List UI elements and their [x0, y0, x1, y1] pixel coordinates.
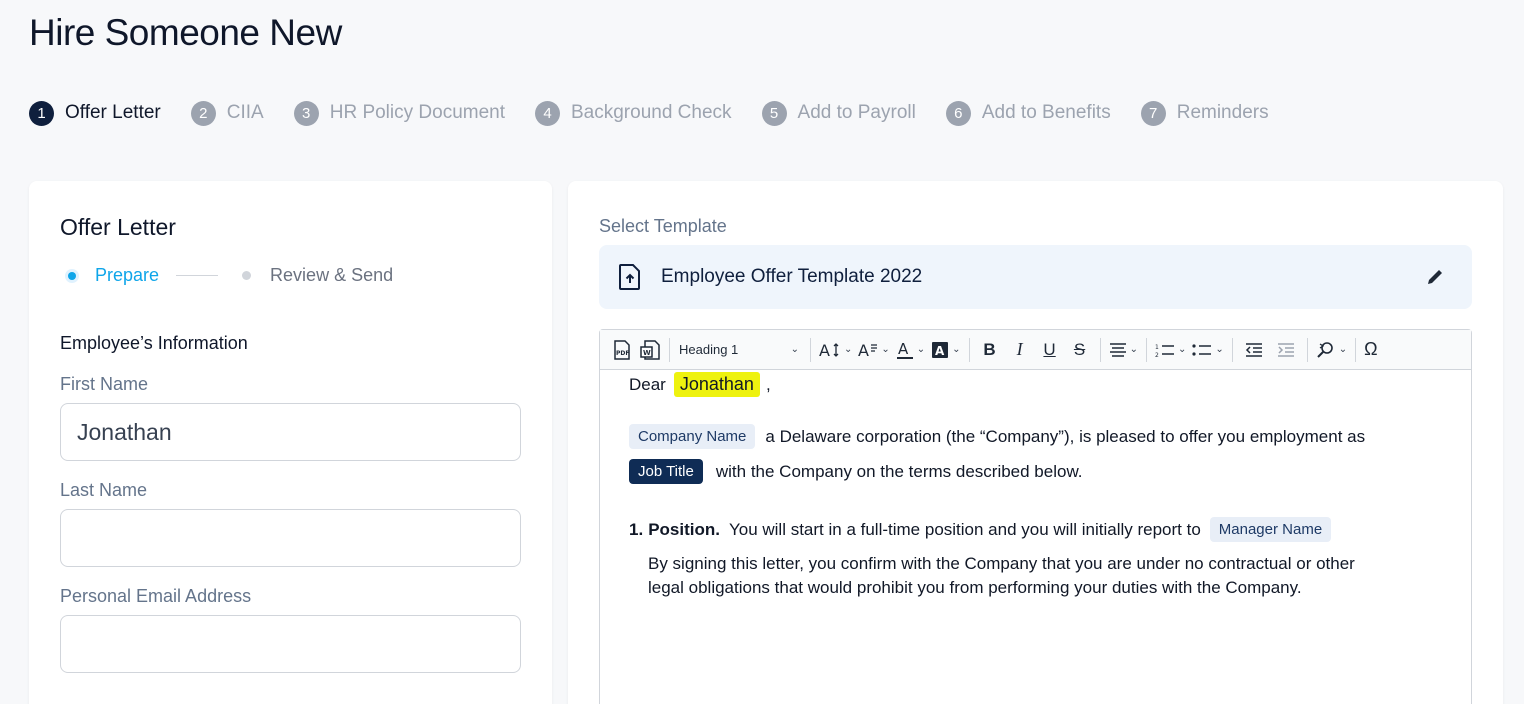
step-add-to-payroll[interactable]: 5 Add to Payroll: [761, 100, 916, 126]
find-replace-icon[interactable]: ⌄: [1313, 336, 1350, 364]
intro-line-1: Company Name a Delaware corporation (the…: [629, 424, 1365, 449]
rich-text-editor[interactable]: PDF W Heading 1 ⌄ A ⌄ A ⌄ A ⌄ A ⌄ B I U …: [599, 329, 1472, 704]
step-label: Add to Payroll: [797, 102, 916, 123]
paragraph-line-1: By signing this letter, you confirm with…: [648, 554, 1355, 573]
first-name-label: First Name: [60, 374, 149, 394]
template-editor-card: Select Template Employee Offer Template …: [568, 181, 1503, 704]
special-character-icon[interactable]: Ω: [1361, 336, 1380, 364]
template-selector[interactable]: Employee Offer Template 2022: [599, 245, 1472, 309]
step-number: 7: [1140, 100, 1166, 126]
section-heading: Employee’s Information: [60, 333, 248, 353]
card-title: Offer Letter: [60, 214, 176, 240]
toolbar-divider: [1099, 337, 1101, 362]
wizard-stepper: 1 Offer Letter 2 CIIA 3 HR Policy Docume…: [29, 100, 1299, 126]
page-title: Hire Someone New: [29, 12, 342, 53]
underline-icon[interactable]: U: [1035, 336, 1065, 364]
intro-line-2: Job Title with the Company on the terms …: [629, 459, 1083, 484]
file-upload-icon: [619, 264, 640, 290]
personal-email-label: Personal Email Address: [60, 586, 252, 606]
substep-prepare[interactable]: Prepare: [95, 265, 159, 286]
job-title-token[interactable]: Job Title: [629, 459, 703, 484]
first-name-input[interactable]: [60, 403, 521, 461]
heading-dropdown[interactable]: Heading 1 ⌄: [675, 336, 805, 364]
step-background-check[interactable]: 4 Background Check: [535, 100, 732, 126]
svg-text:PDF: PDF: [616, 350, 629, 357]
step-reminders[interactable]: 7 Reminders: [1140, 100, 1269, 126]
position-line: 1. Position. You will start in a full-ti…: [629, 517, 1332, 542]
font-size-icon[interactable]: A ⌄: [816, 336, 855, 364]
template-name: Employee Offer Template 2022: [661, 266, 923, 287]
company-name-token[interactable]: Company Name: [629, 424, 756, 449]
heading-value: Heading 1: [679, 342, 739, 357]
numbered-list-icon[interactable]: 12 ⌄: [1152, 336, 1189, 364]
step-number: 4: [535, 100, 560, 126]
step-number: 1: [29, 100, 54, 126]
align-icon[interactable]: ⌄: [1106, 336, 1141, 364]
last-name-label: Last Name: [60, 480, 148, 500]
manager-name-token[interactable]: Manager Name: [1209, 517, 1332, 542]
highlight-color-icon[interactable]: A ⌄: [928, 336, 963, 364]
step-label: Background Check: [571, 102, 732, 123]
step-label: CIIA: [226, 102, 264, 123]
text-style-icon[interactable]: A ⌄: [855, 336, 892, 364]
svg-text:2: 2: [1155, 352, 1159, 358]
greeting-line: Dear Jonathan ,: [629, 372, 771, 397]
toolbar-divider: [968, 337, 970, 362]
employee-name-token[interactable]: Jonathan: [673, 372, 760, 397]
svg-text:1: 1: [1155, 344, 1159, 351]
item-title: Position.: [648, 519, 720, 539]
svg-text:A: A: [858, 341, 869, 359]
svg-text:A: A: [898, 340, 909, 358]
item-number: 1.: [629, 519, 644, 539]
outdent-icon[interactable]: [1238, 336, 1270, 364]
step-hr-policy[interactable]: 3 HR Policy Document: [293, 100, 505, 126]
step-number: 2: [190, 100, 216, 126]
step-offer-letter[interactable]: 1 Offer Letter: [29, 100, 161, 126]
step-number: 5: [761, 100, 787, 126]
step-label: Offer Letter: [65, 102, 161, 123]
toolbar-divider: [1145, 337, 1147, 362]
bullet-list-icon[interactable]: ⌄: [1189, 336, 1226, 364]
step-label: Add to Benefits: [981, 102, 1111, 123]
pdf-export-icon[interactable]: PDF: [608, 336, 636, 364]
bold-icon[interactable]: B: [975, 336, 1005, 364]
substep-review-send[interactable]: Review & Send: [270, 265, 393, 286]
pencil-icon[interactable]: [1425, 267, 1445, 287]
last-name-input[interactable]: [60, 509, 521, 567]
intro-text-2: with the Company on the terms described …: [715, 461, 1083, 481]
toolbar-divider: [1355, 337, 1357, 362]
word-export-icon[interactable]: W: [636, 336, 664, 364]
toolbar-divider: [669, 337, 670, 362]
svg-text:A: A: [935, 344, 945, 358]
substep-connector: [176, 275, 219, 276]
substep-active-dot: [65, 268, 79, 283]
item-text: You will start in a full-time position a…: [728, 519, 1201, 539]
toolbar-divider: [1231, 337, 1233, 362]
indent-icon[interactable]: [1270, 336, 1302, 364]
strikethrough-icon[interactable]: S: [1065, 336, 1095, 364]
step-number: 6: [945, 100, 971, 126]
greeting-comma: ,: [765, 374, 771, 394]
toolbar-divider: [810, 337, 811, 362]
substep-inactive-dot: [242, 271, 252, 280]
step-label: HR Policy Document: [329, 102, 505, 123]
substep-indicator: Prepare Review & Send: [60, 265, 393, 286]
step-add-to-benefits[interactable]: 6 Add to Benefits: [945, 100, 1111, 126]
intro-text-1: a Delaware corporation (the “Company”), …: [765, 426, 1366, 446]
font-color-icon[interactable]: A ⌄: [893, 336, 928, 364]
offer-letter-form-card: Offer Letter Prepare Review & Send Emplo…: [29, 181, 552, 704]
greeting-text: Dear: [629, 374, 666, 394]
editor-toolbar: PDF W Heading 1 ⌄ A ⌄ A ⌄ A ⌄ A ⌄ B I U …: [600, 330, 1471, 370]
chevron-down-icon: ⌄: [790, 344, 799, 355]
paragraph-line-2: legal obligations that would prohibit yo…: [648, 578, 1302, 597]
step-number: 3: [293, 100, 319, 126]
svg-text:W: W: [643, 349, 651, 357]
step-label: Reminders: [1176, 102, 1269, 123]
personal-email-input[interactable]: [60, 615, 521, 673]
step-ciia[interactable]: 2 CIIA: [190, 100, 264, 126]
toolbar-divider: [1306, 337, 1308, 362]
italic-icon[interactable]: I: [1005, 336, 1035, 364]
svg-text:A: A: [819, 341, 830, 359]
select-template-label: Select Template: [599, 216, 727, 236]
